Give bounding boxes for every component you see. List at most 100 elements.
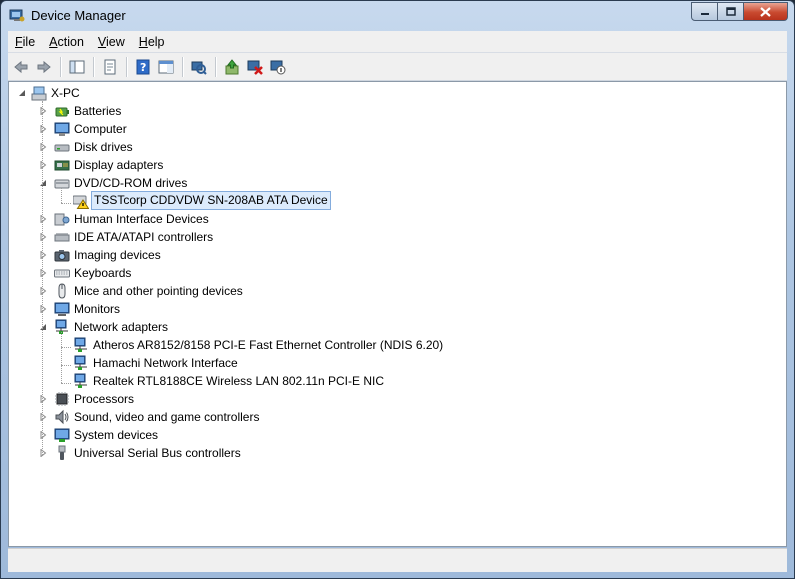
properties-button[interactable]	[99, 56, 121, 78]
expand-toggle[interactable]	[38, 426, 48, 444]
expand-toggle[interactable]	[38, 120, 48, 138]
expand-toggle[interactable]	[38, 228, 48, 246]
expand-arrow-icon	[40, 413, 47, 421]
tree-root[interactable]: X-PC	[9, 84, 786, 102]
expand-toggle[interactable]	[38, 156, 48, 174]
expand-toggle[interactable]	[38, 282, 48, 300]
tree-item-label: DVD/CD-ROM drives	[74, 176, 188, 190]
sound-icon	[54, 409, 70, 425]
expand-toggle[interactable]	[38, 102, 48, 120]
expand-toggle[interactable]	[38, 444, 48, 462]
tree-item-label: X-PC	[51, 86, 80, 100]
tree-category-ide-ata-atapi-controllers[interactable]: IDE ATA/ATAPI controllers	[9, 228, 786, 246]
help-button[interactable]: ?	[132, 56, 154, 78]
tree-item-label: Imaging devices	[74, 248, 161, 262]
menu-file[interactable]: File	[8, 35, 42, 49]
device-tree-pane[interactable]: X-PC Batteries Computer Disk drives Display …	[8, 81, 787, 547]
tree-category-imaging-devices[interactable]: Imaging devices	[9, 246, 786, 264]
menu-help[interactable]: Help	[132, 35, 172, 49]
monitor-icon	[54, 301, 70, 317]
collapse-toggle[interactable]	[38, 174, 48, 192]
tree-category-network-adapters[interactable]: Network adapters	[9, 318, 786, 336]
forward-button[interactable]	[33, 56, 55, 78]
expand-arrow-icon	[40, 305, 47, 313]
scan-hardware-button[interactable]	[188, 56, 210, 78]
expand-arrow-icon	[40, 125, 47, 133]
tree-item-label: Hamachi Network Interface	[93, 356, 238, 370]
tree-connector-line	[61, 383, 71, 384]
computer-icon	[54, 121, 70, 137]
tree-category-system-devices[interactable]: System devices	[9, 426, 786, 444]
collapse-arrow-icon	[40, 180, 46, 186]
menu-action[interactable]: Action	[42, 35, 91, 49]
tree-item-label: Processors	[74, 392, 135, 406]
minimize-button[interactable]	[691, 2, 718, 21]
collapse-arrow-icon	[40, 324, 46, 330]
title-bar[interactable]: Device Manager	[1, 1, 794, 31]
expand-toggle[interactable]	[38, 246, 48, 264]
tree-connector-line	[61, 203, 71, 204]
scan-hardware-icon	[191, 61, 207, 75]
tree-category-disk-drives[interactable]: Disk drives	[9, 138, 786, 156]
show-hide-console-tree-icon	[69, 60, 85, 73]
tree-item-label: Keyboards	[74, 266, 132, 280]
tree-device[interactable]: TSSTcorp CDDVDW SN-208AB ATA Device	[9, 191, 786, 210]
tree-device[interactable]: Atheros AR8152/8158 PCI-E Fast Ethernet …	[9, 336, 786, 354]
close-icon	[760, 6, 771, 17]
device-manager-icon	[9, 9, 25, 22]
back-button[interactable]	[10, 56, 32, 78]
tree-category-monitors[interactable]: Monitors	[9, 300, 786, 318]
expand-toggle[interactable]	[38, 138, 48, 156]
toolbar-separator	[215, 56, 217, 77]
collapse-arrow-icon	[19, 90, 25, 96]
tree-category-mice-and-other-pointing-devices[interactable]: Mice and other pointing devices	[9, 282, 786, 300]
collapse-toggle[interactable]	[17, 84, 27, 102]
menu-view[interactable]: View	[91, 35, 132, 49]
update-driver-icon	[225, 58, 239, 74]
computer-root-icon	[31, 85, 47, 101]
svg-text:?: ?	[140, 61, 146, 74]
tree-category-sound-video-and-game-controllers[interactable]: Sound, video and game controllers	[9, 408, 786, 426]
device-manager-window: Device Manager File Action View Help ? X-PC…	[0, 0, 795, 579]
window-title: Device Manager	[31, 8, 126, 23]
collapse-toggle[interactable]	[38, 318, 48, 336]
uninstall-button[interactable]	[244, 56, 266, 78]
tree-item-label: System devices	[74, 428, 159, 442]
properties-icon	[104, 59, 116, 74]
disable-device-button[interactable]	[267, 56, 289, 78]
tree-category-human-interface-devices[interactable]: Human Interface Devices	[9, 210, 786, 228]
network-device-icon	[73, 337, 89, 353]
tree-connector-line	[61, 365, 71, 366]
expand-toggle[interactable]	[38, 408, 48, 426]
expand-toggle[interactable]	[38, 210, 48, 228]
tree-category-batteries[interactable]: Batteries	[9, 102, 786, 120]
toolbar-separator	[93, 56, 95, 77]
tree-category-computer[interactable]: Computer	[9, 120, 786, 138]
maximize-button[interactable]	[718, 2, 744, 21]
minimize-icon	[700, 12, 709, 15]
action-pane-icon	[158, 60, 174, 73]
tree-device[interactable]: Hamachi Network Interface	[9, 354, 786, 372]
battery-icon	[54, 103, 70, 119]
maximize-icon	[725, 7, 736, 16]
tree-category-processors[interactable]: Processors	[9, 390, 786, 408]
tree-category-keyboards[interactable]: Keyboards	[9, 264, 786, 282]
tree-device[interactable]: Realtek RTL8188CE Wireless LAN 802.11n P…	[9, 372, 786, 390]
expand-toggle[interactable]	[38, 300, 48, 318]
close-button[interactable]	[744, 2, 788, 21]
tree-category-universal-serial-bus-controllers[interactable]: Universal Serial Bus controllers	[9, 444, 786, 462]
action-pane-button[interactable]	[155, 56, 177, 78]
disk-drive-icon	[54, 139, 70, 155]
show-hide-console-tree-button[interactable]	[66, 56, 88, 78]
expand-toggle[interactable]	[38, 264, 48, 282]
back-icon	[14, 60, 28, 73]
update-driver-button[interactable]	[221, 56, 243, 78]
expand-arrow-icon	[40, 215, 47, 223]
tree-category-display-adapters[interactable]: Display adapters	[9, 156, 786, 174]
forward-icon	[37, 60, 51, 73]
tree-connector-line	[42, 101, 43, 455]
expand-arrow-icon	[40, 431, 47, 439]
expand-toggle[interactable]	[38, 390, 48, 408]
dvd-device-warning-icon	[72, 193, 90, 209]
tree-category-dvd-cd-rom-drives[interactable]: DVD/CD-ROM drives	[9, 174, 786, 192]
